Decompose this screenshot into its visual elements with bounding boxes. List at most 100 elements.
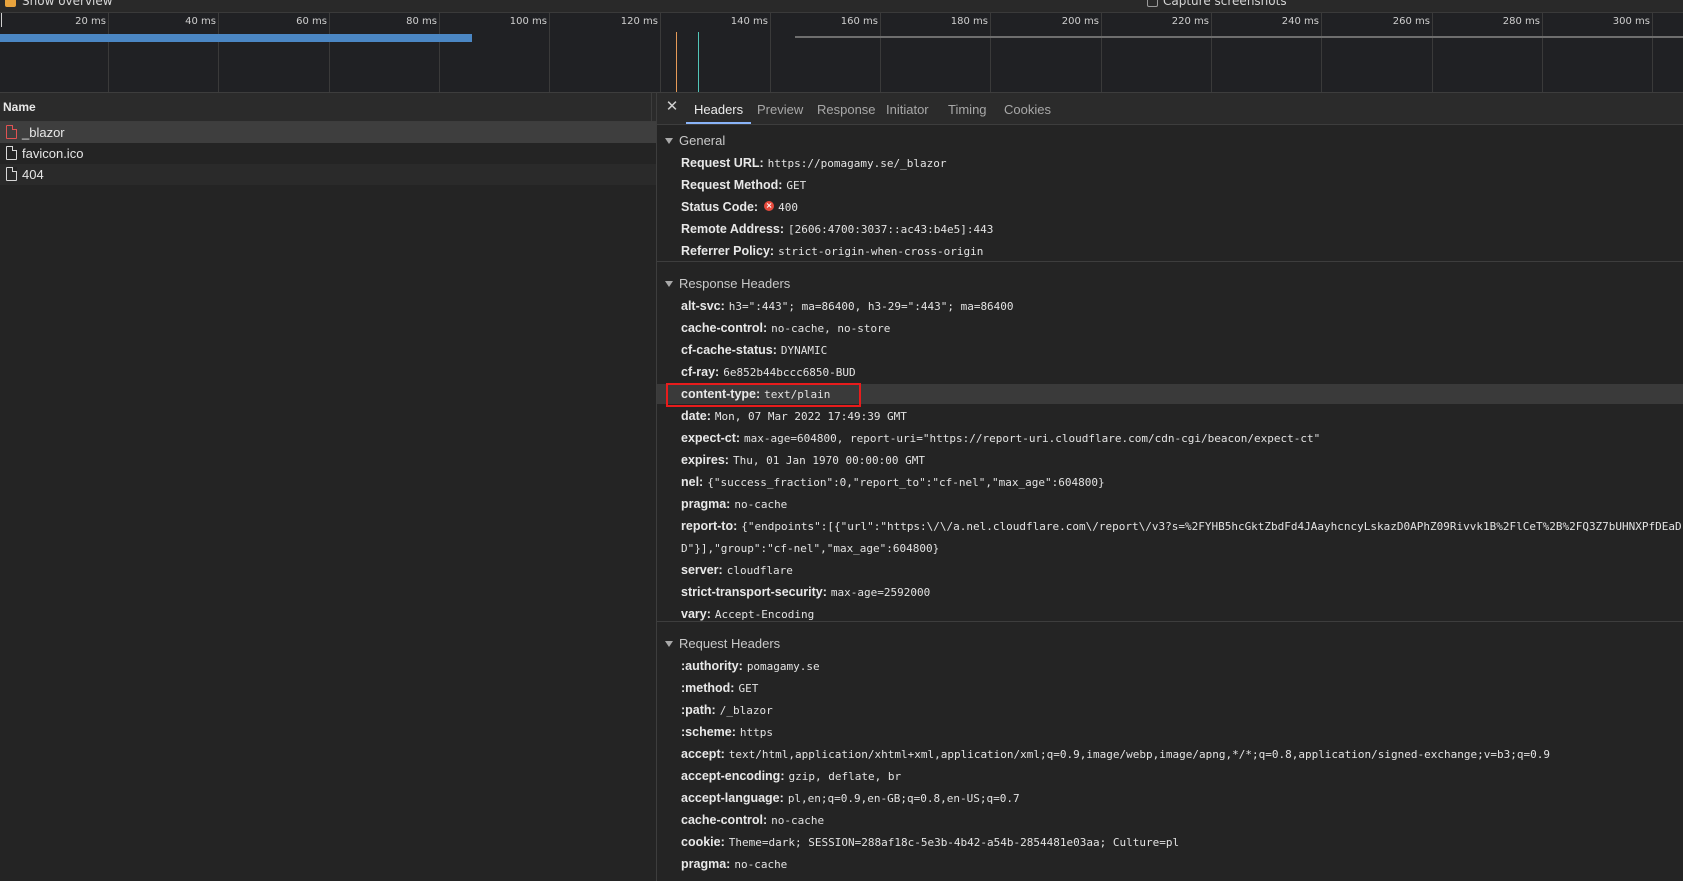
- request-row-favicon[interactable]: favicon.ico: [0, 143, 656, 164]
- header-row: expires: Thu, 01 Jan 1970 00:00:00 GMT: [681, 453, 925, 467]
- header-row: Status Code: × 400: [681, 200, 798, 214]
- header-key: cache-control:: [681, 813, 768, 827]
- timeline-tick-label: 240 ms: [1281, 16, 1319, 27]
- header-value: DYNAMIC: [780, 344, 828, 357]
- tab-initiator[interactable]: Initiator: [886, 93, 929, 124]
- header-row: Request URL: https://pomagamy.se/_blazor: [681, 156, 946, 170]
- header-row: report-to: {"endpoints":[{"url":"https:\/…: [681, 519, 1682, 533]
- header-value-continuation: D"}],"group":"cf-nel","max_age":604800}: [681, 542, 940, 555]
- header-key: vary:: [681, 607, 711, 621]
- header-row: :authority: pomagamy.se: [681, 659, 820, 673]
- response-headers-section-title: Response Headers: [679, 276, 791, 291]
- header-row: pragma: no-cache: [681, 497, 787, 511]
- header-key: pragma:: [681, 497, 731, 511]
- document-error-icon: [6, 125, 17, 139]
- toolbar-strip: Show overview Capture screenshots: [0, 0, 1683, 13]
- header-key: server:: [681, 563, 723, 577]
- header-value: 400: [778, 201, 798, 214]
- general-section-toggle[interactable]: General: [665, 133, 725, 148]
- header-key: alt-svc:: [681, 299, 725, 313]
- section-divider: [657, 261, 1683, 262]
- timeline-gridline: [770, 13, 771, 92]
- request-name: favicon.ico: [22, 146, 84, 161]
- response-headers-section-toggle[interactable]: Response Headers: [665, 276, 790, 291]
- document-icon: [6, 167, 17, 181]
- header-key: Status Code:: [681, 200, 759, 214]
- header-key: cookie:: [681, 835, 725, 849]
- timeline-tick-label: 20 ms: [75, 16, 106, 27]
- tab-timing[interactable]: Timing: [948, 93, 987, 124]
- request-row-blazor[interactable]: _blazor: [0, 122, 656, 143]
- header-row: accept: text/html,application/xhtml+xml,a…: [681, 747, 1550, 761]
- timeline-tick-label: 80 ms: [406, 16, 437, 27]
- show-overview-checkbox[interactable]: [5, 0, 16, 7]
- header-value: text/html,application/xhtml+xml,applicat…: [728, 748, 1550, 761]
- general-section-title: General: [679, 133, 726, 148]
- capture-screenshots-label: Capture screenshots: [1163, 0, 1287, 8]
- header-row: Request Method: GET: [681, 178, 806, 192]
- header-value: no-cache: [771, 814, 825, 827]
- timeline-gridline: [1321, 13, 1322, 92]
- header-value: max-age=604800, report-uri="https://repo…: [744, 432, 1321, 445]
- request-list-header[interactable]: Name: [0, 93, 656, 122]
- header-value: no-cache: [734, 498, 788, 511]
- request-bar-blazor: [0, 34, 472, 42]
- header-value: GET: [786, 179, 807, 192]
- header-row: :path:/_blazor: [681, 703, 773, 717]
- network-overview-timeline[interactable]: 20 ms 40 ms 60 ms 80 ms 100 ms 120 ms 140 ms 16…: [0, 13, 1683, 93]
- header-value: pomagamy.se: [746, 660, 820, 673]
- header-value: https: [739, 726, 774, 739]
- header-row: cache-control: no-cache, no-store: [681, 321, 890, 335]
- request-headers-section-title: Request Headers: [679, 636, 781, 651]
- header-value: /_blazor: [719, 704, 773, 717]
- tab-cookies[interactable]: Cookies: [1004, 93, 1051, 124]
- timeline-tick-label: 100 ms: [509, 16, 547, 27]
- header-value: no-cache, no-store: [771, 322, 891, 335]
- dom-content-loaded-marker: [676, 32, 677, 92]
- header-value: GET: [738, 682, 759, 695]
- header-value: [2606:4700:3037::ac43:b4e5]:443: [788, 223, 994, 236]
- tab-preview[interactable]: Preview: [757, 93, 803, 124]
- header-key: Remote Address:: [681, 222, 785, 236]
- expand-triangle-icon: [665, 641, 673, 647]
- timeline-gridline: [439, 13, 440, 92]
- header-key: Request Method:: [681, 178, 783, 192]
- header-key: expires:: [681, 453, 729, 467]
- close-icon[interactable]: ✕: [665, 99, 679, 114]
- request-row-404[interactable]: 404: [0, 164, 656, 185]
- capture-screenshots-checkbox[interactable]: [1147, 0, 1158, 7]
- timeline-tick-label: 60 ms: [296, 16, 327, 27]
- column-divider[interactable]: [651, 93, 652, 121]
- tab-response[interactable]: Response: [817, 93, 876, 124]
- timeline-tick-label: 260 ms: [1392, 16, 1430, 27]
- timeline-gridline: [1432, 13, 1433, 92]
- header-value: no-cache: [734, 858, 788, 871]
- name-column-header[interactable]: Name: [0, 100, 36, 114]
- header-key: accept-encoding:: [681, 769, 785, 783]
- tab-headers[interactable]: Headers: [685, 93, 752, 124]
- header-row: vary: Accept-Encoding: [681, 607, 814, 621]
- header-value: https://pomagamy.se/_blazor: [767, 157, 947, 170]
- details-tab-bar: ✕ Headers Preview Response Initiator Tim…: [657, 93, 1683, 125]
- header-key: Referrer Policy:: [681, 244, 775, 258]
- header-value: {"endpoints":[{"url":"https:\/\/a.nel.cl…: [741, 520, 1682, 533]
- timeline-tick-label: 120 ms: [620, 16, 658, 27]
- header-row: strict-transport-security: max-age=259200…: [681, 585, 930, 599]
- header-row: date: Mon, 07 Mar 2022 17:49:39 GMT: [681, 409, 907, 423]
- header-row: :scheme: https: [681, 725, 773, 739]
- header-key: :method:: [681, 681, 735, 695]
- timeline-tick-label: 200 ms: [1061, 16, 1099, 27]
- header-row: nel: {"success_fraction":0,"report_to":"c…: [681, 475, 1105, 489]
- header-key: accept-language:: [681, 791, 784, 805]
- request-headers-section-toggle[interactable]: Request Headers: [665, 636, 780, 651]
- header-row: :method: GET: [681, 681, 758, 695]
- header-row: Referrer Policy: strict-origin-when-cross…: [681, 244, 983, 258]
- timeline-gridline: [1652, 13, 1653, 92]
- timeline-gridline: [1211, 13, 1212, 92]
- header-row: cf-cache-status: DYNAMIC: [681, 343, 827, 357]
- header-value: Thu, 01 Jan 1970 00:00:00 GMT: [732, 454, 926, 467]
- timeline-gridline: [880, 13, 881, 92]
- timeline-tick-label: 180 ms: [950, 16, 988, 27]
- timeline-tick-label: 160 ms: [840, 16, 878, 27]
- request-name: _blazor: [22, 125, 65, 140]
